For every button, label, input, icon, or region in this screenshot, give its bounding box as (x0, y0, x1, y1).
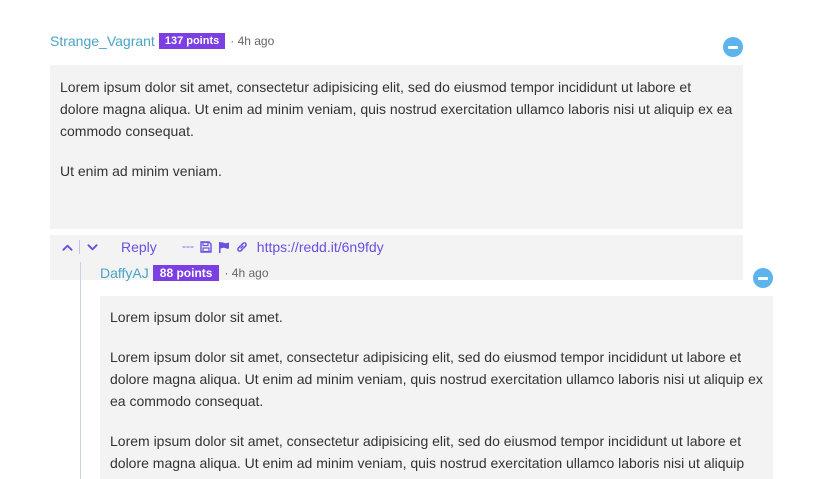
comment-reply: DaffyAJ 88 points · 4h ago Lorem ipsum d… (100, 262, 773, 479)
comment-paragraph: Lorem ipsum dolor sit amet. (110, 309, 283, 325)
comment-actions: Reply https://redd.it/6n9fdy (50, 235, 743, 259)
points-badge: 88 points (152, 265, 220, 281)
timestamp: · 4h ago (230, 34, 275, 48)
comment-paragraph: Ut enim ad minim veniam. (60, 163, 222, 179)
comment-paragraph: Lorem ipsum dolor sit amet, consectetur … (110, 433, 745, 471)
comment-body: Lorem ipsum dolor sit amet. Lorem ipsum … (100, 296, 773, 479)
permalink-link[interactable]: https://redd.it/6n9fdy (257, 239, 384, 255)
comment-paragraph: Lorem ipsum dolor sit amet, consectetur … (60, 79, 733, 139)
comment-body: Lorem ipsum dolor sit amet, consectetur … (50, 65, 743, 229)
comment: Strange_Vagrant 137 points · 4h ago Lore… (50, 30, 743, 280)
link-icon[interactable] (235, 240, 249, 254)
save-icon[interactable] (199, 240, 213, 254)
collapse-minus-icon[interactable] (753, 268, 773, 288)
flag-icon[interactable] (217, 240, 231, 254)
points-badge: 137 points (158, 33, 226, 49)
author-link[interactable]: DaffyAJ (100, 265, 149, 281)
chevron-down-icon[interactable] (85, 240, 99, 254)
more-dots-icon[interactable] (181, 240, 195, 254)
comment-meta: DaffyAJ 88 points · 4h ago (100, 262, 773, 284)
comment-paragraph: Lorem ipsum dolor sit amet, consectetur … (110, 349, 763, 409)
action-icons: https://redd.it/6n9fdy (181, 239, 384, 255)
vote-divider (79, 240, 80, 254)
thread-line[interactable] (80, 262, 81, 479)
comment-meta: Strange_Vagrant 137 points · 4h ago (50, 30, 743, 52)
timestamp: · 4h ago (224, 266, 269, 280)
author-link[interactable]: Strange_Vagrant (50, 33, 155, 49)
reply-button[interactable]: Reply (121, 239, 157, 255)
chevron-up-icon[interactable] (60, 240, 74, 254)
collapse-minus-icon[interactable] (723, 37, 743, 57)
